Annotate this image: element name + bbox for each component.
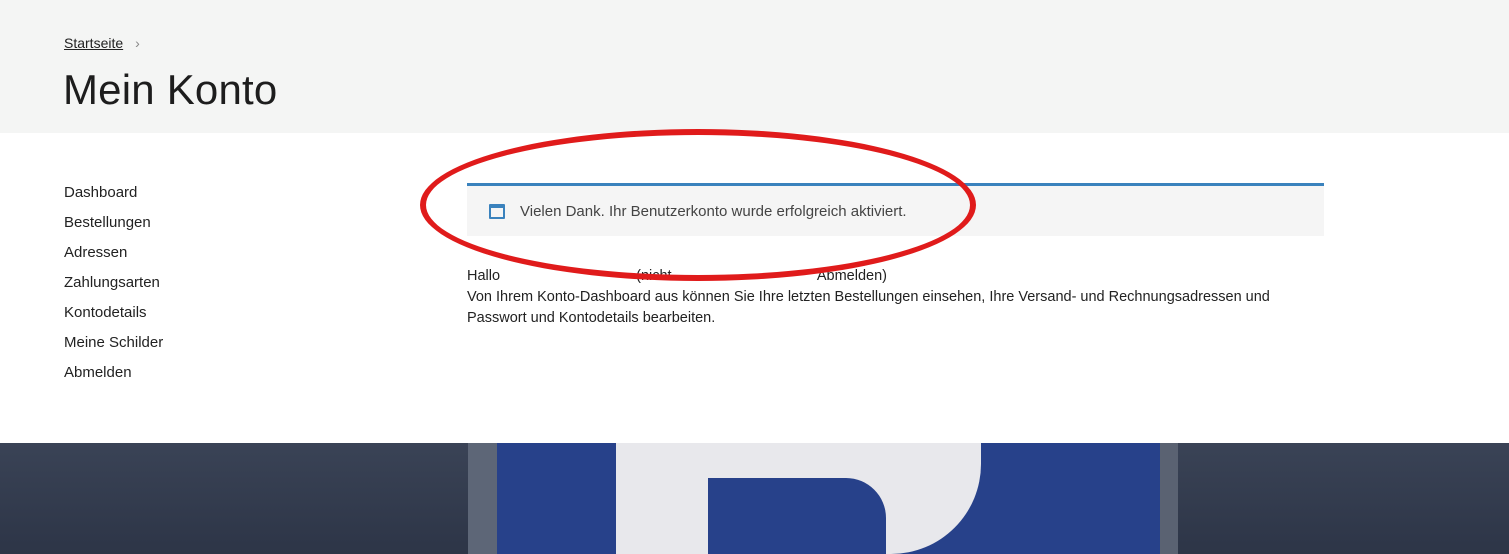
chevron-right-icon: ›: [135, 35, 140, 51]
p-letter-inner: [708, 478, 886, 554]
page-title: Mein Konto: [63, 66, 278, 113]
dashboard-intro: Von Ihrem Konto-Dashboard aus können Sie…: [467, 289, 1270, 326]
sidebar-item-abmelden[interactable]: Abmelden: [64, 363, 163, 393]
sidebar-item-bestellungen[interactable]: Bestellungen: [64, 213, 163, 243]
breadcrumb-home-link[interactable]: Startseite: [64, 35, 123, 51]
success-notice: Vielen Dank. Ihr Benutzerkonto wurde erf…: [467, 183, 1324, 236]
parking-sign-image: [0, 443, 1509, 554]
sign-post: [1160, 443, 1178, 554]
greeting: Hallo (nicht Abmelden): [467, 266, 1327, 287]
account-navigation: Dashboard Bestellungen Adressen Zahlungs…: [64, 183, 163, 393]
sidebar-item-adressen[interactable]: Adressen: [64, 243, 163, 273]
notice-message: Vielen Dank. Ihr Benutzerkonto wurde erf…: [520, 202, 907, 220]
window-icon: [489, 203, 505, 219]
sidebar-item-meine-schilder[interactable]: Meine Schilder: [64, 333, 163, 363]
sidebar-item-kontodetails[interactable]: Kontodetails: [64, 303, 163, 333]
dashboard-content: Hallo (nicht Abmelden) Von Ihrem Konto-D…: [467, 266, 1327, 329]
sign-post: [468, 443, 498, 554]
sidebar-item-dashboard[interactable]: Dashboard: [64, 183, 163, 213]
greeting-hello: Hallo: [467, 268, 501, 284]
greeting-not: (nicht: [636, 268, 672, 284]
logout-link[interactable]: Abmelden): [817, 268, 887, 284]
sidebar-item-zahlungsarten[interactable]: Zahlungsarten: [64, 273, 163, 303]
breadcrumb: Startseite ›: [64, 35, 140, 51]
page-header: Startseite › Mein Konto: [0, 0, 1509, 133]
